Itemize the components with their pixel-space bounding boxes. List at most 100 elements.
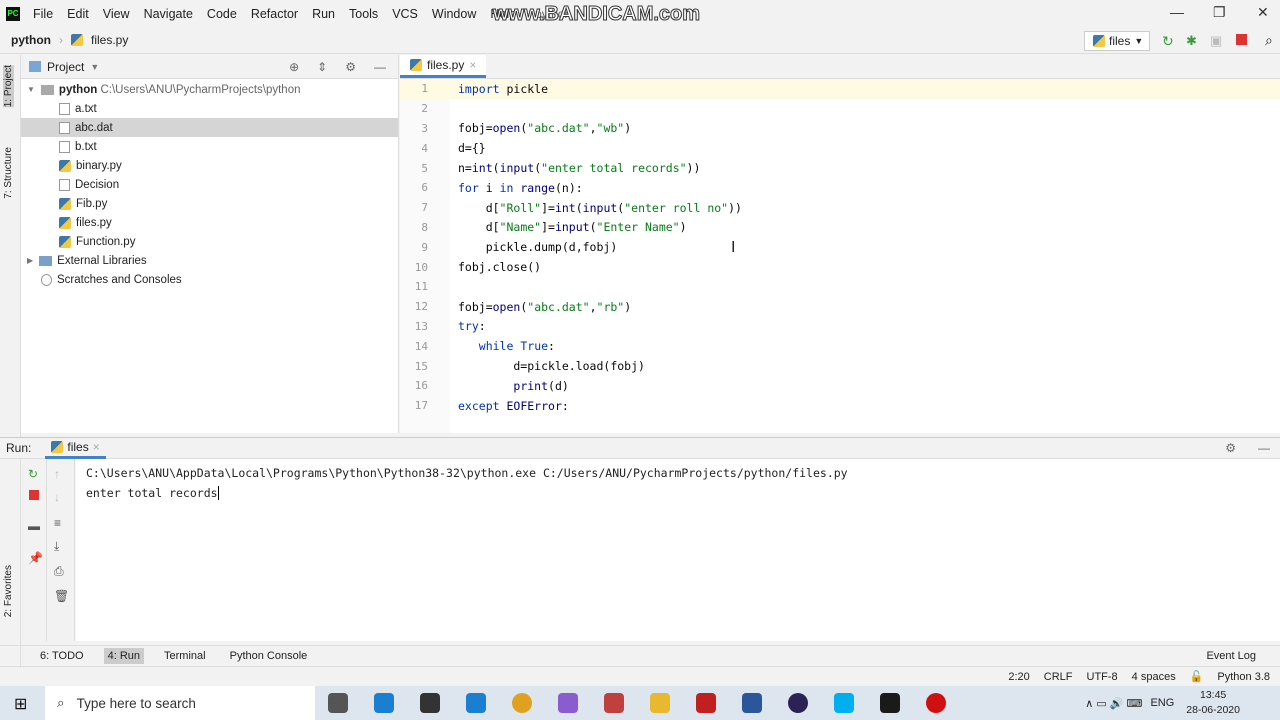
chrome-icon[interactable]: [499, 686, 545, 720]
menu-edit[interactable]: Edit: [60, 7, 96, 21]
hide-icon[interactable]: —: [374, 60, 386, 74]
menu-view[interactable]: View: [96, 7, 137, 21]
event-log-button[interactable]: Event Log: [1206, 650, 1256, 662]
collapse-icon[interactable]: ⇕: [317, 60, 327, 74]
hide-icon[interactable]: —: [1258, 441, 1270, 455]
code-line[interactable]: 14 while True:: [400, 336, 1280, 356]
code-line[interactable]: 13 try:: [400, 317, 1280, 337]
code-line[interactable]: 17 except EOFError:: [400, 396, 1280, 416]
down-icon[interactable]: ↓: [54, 490, 60, 504]
close-button[interactable]: ✕: [1257, 4, 1269, 21]
scroll-to-end-icon[interactable]: ⤓: [54, 539, 59, 554]
tree-root[interactable]: ▼ python C:\Users\ANU\PycharmProjects\pyt…: [21, 80, 398, 99]
word-icon[interactable]: [729, 686, 775, 720]
minimize-button[interactable]: —: [1170, 4, 1184, 20]
file-encoding[interactable]: UTF-8: [1087, 671, 1118, 683]
maximize-button[interactable]: ❐: [1213, 4, 1226, 21]
tree-file[interactable]: abc.dat: [21, 118, 398, 137]
coverage-icon[interactable]: ▣: [1210, 33, 1222, 49]
code-line[interactable]: 7 d["Roll"]= int(input("enter roll no")): [400, 198, 1280, 218]
edge-icon[interactable]: [361, 686, 407, 720]
gear-icon[interactable]: ⚙: [345, 60, 356, 74]
file-explorer-icon[interactable]: [637, 686, 683, 720]
tree-file[interactable]: binary.py: [21, 156, 398, 175]
taskbar-search[interactable]: ⌕ Type here to search: [45, 686, 315, 720]
acrobat-icon[interactable]: [683, 686, 729, 720]
rerun-icon[interactable]: ↻: [28, 467, 38, 481]
mail-icon[interactable]: [453, 686, 499, 720]
soft-wrap-icon[interactable]: ≡: [54, 516, 61, 530]
vpn-icon[interactable]: [545, 686, 591, 720]
windows-start-icon[interactable]: ⊞: [14, 694, 27, 714]
clock[interactable]: 13:45 28-06-2020: [1186, 688, 1240, 718]
layout-icon[interactable]: ▬: [28, 519, 40, 533]
python-console-button[interactable]: Python Console: [226, 648, 312, 664]
project-title[interactable]: Project: [47, 60, 84, 74]
code-line[interactable]: 3 fobj= open("abc.dat", "wb"): [400, 119, 1280, 139]
trash-icon[interactable]: 🗑: [54, 589, 69, 603]
stop-icon[interactable]: [1236, 34, 1247, 45]
search-icon[interactable]: ⌕: [1265, 32, 1273, 49]
up-icon[interactable]: ↑: [54, 467, 60, 481]
gear-icon[interactable]: ⚙: [1225, 441, 1236, 455]
locate-icon[interactable]: ⊕: [289, 60, 299, 74]
tree-file[interactable]: b.txt: [21, 137, 398, 156]
cursor-position[interactable]: 2:20: [1008, 671, 1029, 683]
tree-external-libraries[interactable]: ▶ External Libraries: [21, 251, 398, 270]
task-view-icon[interactable]: [315, 686, 361, 720]
winrar-icon[interactable]: [591, 686, 637, 720]
store-icon[interactable]: [407, 686, 453, 720]
todo-tool-button[interactable]: 6: TODO: [36, 648, 88, 664]
close-tab-icon[interactable]: ×: [469, 58, 476, 72]
stop-icon[interactable]: [29, 490, 39, 500]
skype-icon[interactable]: [821, 686, 867, 720]
menu-refactor[interactable]: Refactor: [244, 7, 305, 21]
run-tool-button[interactable]: 4: Run: [103, 648, 145, 664]
run-console[interactable]: C:\Users\ANU\AppData\Local\Programs\Pyth…: [76, 459, 1280, 641]
tree-file[interactable]: a.txt: [21, 99, 398, 118]
tree-scratches[interactable]: Scratches and Consoles: [21, 270, 398, 289]
code-line[interactable]: 2: [400, 99, 1280, 119]
menu-navigate[interactable]: Navigate: [137, 7, 200, 21]
print-icon[interactable]: ⎙: [54, 564, 64, 579]
run-tab-files[interactable]: files ×: [45, 438, 106, 459]
editor[interactable]: files.py × 1 import pickle 2 3 fobj= open("abc…: [400, 55, 1280, 433]
terminal-tool-button[interactable]: Terminal: [160, 648, 210, 664]
menu-file[interactable]: File: [26, 7, 60, 21]
line-separator[interactable]: CRLF: [1044, 671, 1073, 683]
code-line[interactable]: 10 fobj.close(): [400, 257, 1280, 277]
tree-file[interactable]: Function.py: [21, 232, 398, 251]
tree-file[interactable]: Decision: [21, 175, 398, 194]
code-line[interactable]: 16 print (d): [400, 376, 1280, 396]
menu-tools[interactable]: Tools: [342, 7, 385, 21]
tree-file[interactable]: files.py: [21, 213, 398, 232]
tray-icons[interactable]: ∧ ▭ 🔊 ⌨: [1085, 697, 1142, 710]
tree-file[interactable]: Fib.py: [21, 194, 398, 213]
code-line[interactable]: 11: [400, 277, 1280, 297]
close-run-tab-icon[interactable]: ×: [93, 440, 100, 454]
run-config-select[interactable]: files ▼: [1084, 31, 1150, 51]
menu-vcs[interactable]: VCS: [385, 7, 425, 21]
interpreter[interactable]: Python 3.8: [1217, 671, 1270, 683]
code-line[interactable]: 8 d["Name"]= input("Enter Name"): [400, 218, 1280, 238]
code-line[interactable]: 5 n= int(input("enter total records")): [400, 158, 1280, 178]
tab-files-py[interactable]: files.py ×: [400, 55, 487, 78]
bandicam-record-icon[interactable]: [913, 686, 959, 720]
lock-icon[interactable]: 🔓: [1190, 670, 1204, 683]
breadcrumb-file[interactable]: files.py: [91, 33, 128, 47]
pin-icon[interactable]: 📌: [28, 551, 43, 565]
pycharm-icon[interactable]: [867, 686, 913, 720]
menu-code[interactable]: Code: [200, 7, 244, 21]
structure-side-tab[interactable]: 7: Structure: [3, 147, 14, 199]
eclipse-icon[interactable]: [775, 686, 821, 720]
code-line[interactable]: 6 for i in range (n):: [400, 178, 1280, 198]
favorites-side-tab[interactable]: 2: Favorites: [3, 565, 14, 617]
code-line[interactable]: 4 d={}: [400, 138, 1280, 158]
language-indicator[interactable]: ENG: [1150, 697, 1174, 709]
code-line[interactable]: 15 d=pickle.load(fobj): [400, 356, 1280, 376]
menu-run[interactable]: Run: [305, 7, 342, 21]
menu-window[interactable]: Window: [425, 7, 483, 21]
code-line[interactable]: 12 fobj= open("abc.dat", "rb"): [400, 297, 1280, 317]
indent-setting[interactable]: 4 spaces: [1132, 671, 1176, 683]
code-line[interactable]: 1 import pickle: [400, 79, 1280, 99]
